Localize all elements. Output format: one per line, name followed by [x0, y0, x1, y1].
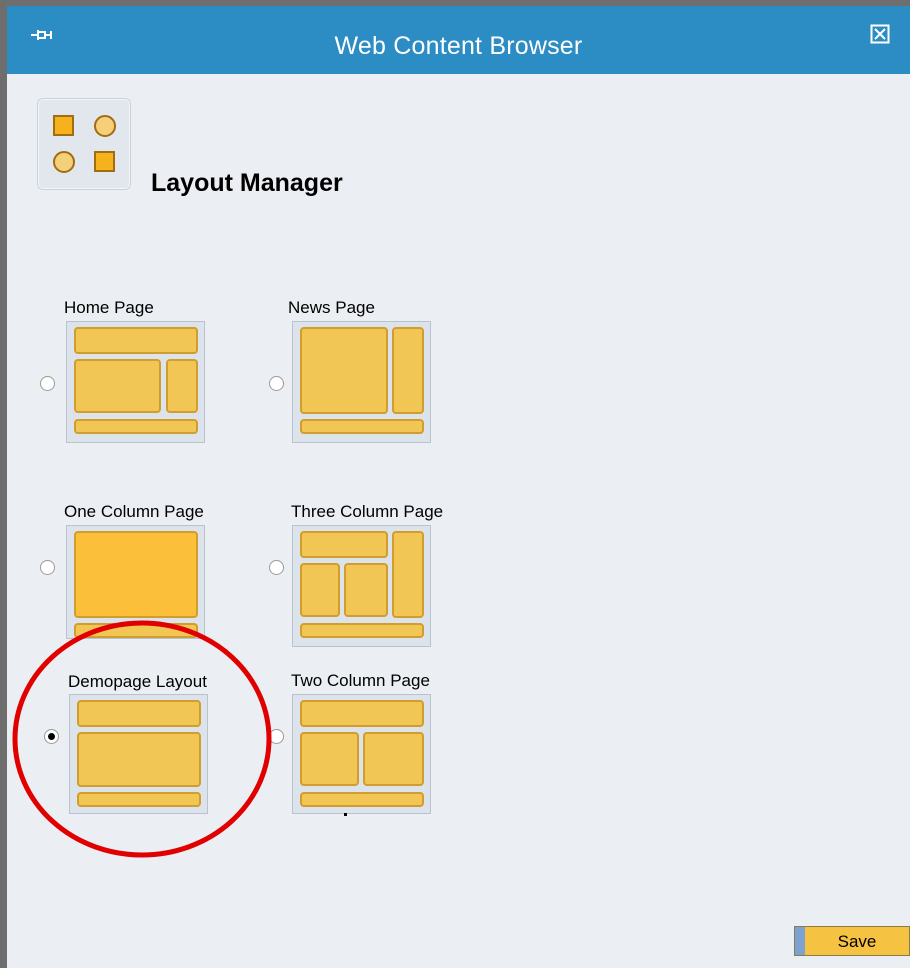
layout-label-demopage-layout: Demopage Layout: [68, 672, 207, 691]
titlebar: Web Content Browser: [7, 6, 910, 74]
window-title: Web Content Browser: [334, 32, 583, 60]
radio-news-page[interactable]: [269, 376, 284, 391]
layout-label-three-column-page: Three Column Page: [291, 502, 444, 521]
layout-manager-icon: [37, 98, 131, 190]
layout-label-two-column-page: Two Column Page: [291, 671, 430, 690]
radio-two-column-page[interactable]: [269, 729, 284, 744]
web-content-browser-window: Web Content Browser Layout Manager Home …: [0, 0, 910, 968]
layout-label-news-page: News Page: [288, 298, 375, 317]
thumbnail-three-column-page[interactable]: [292, 525, 431, 647]
thumbnail-one-column-page[interactable]: [66, 525, 205, 639]
thumbnail-two-column-page[interactable]: [292, 694, 431, 814]
thumbnail-news-page[interactable]: [292, 321, 431, 443]
radio-demopage-layout[interactable]: [44, 729, 59, 744]
radio-three-column-page[interactable]: [269, 560, 284, 575]
layout-label-one-column-page: One Column Page: [64, 502, 204, 521]
page-title: Layout Manager: [151, 169, 343, 197]
close-icon[interactable]: [870, 24, 890, 44]
radio-home-page[interactable]: [40, 376, 55, 391]
thumbnail-home-page[interactable]: [66, 321, 205, 443]
thumbnail-demopage-layout[interactable]: [69, 694, 208, 814]
save-button[interactable]: Save: [794, 926, 910, 956]
separator-dot: [344, 813, 347, 816]
radio-one-column-page[interactable]: [40, 560, 55, 575]
layout-label-home-page: Home Page: [64, 298, 154, 317]
save-button-label: Save: [837, 932, 877, 951]
